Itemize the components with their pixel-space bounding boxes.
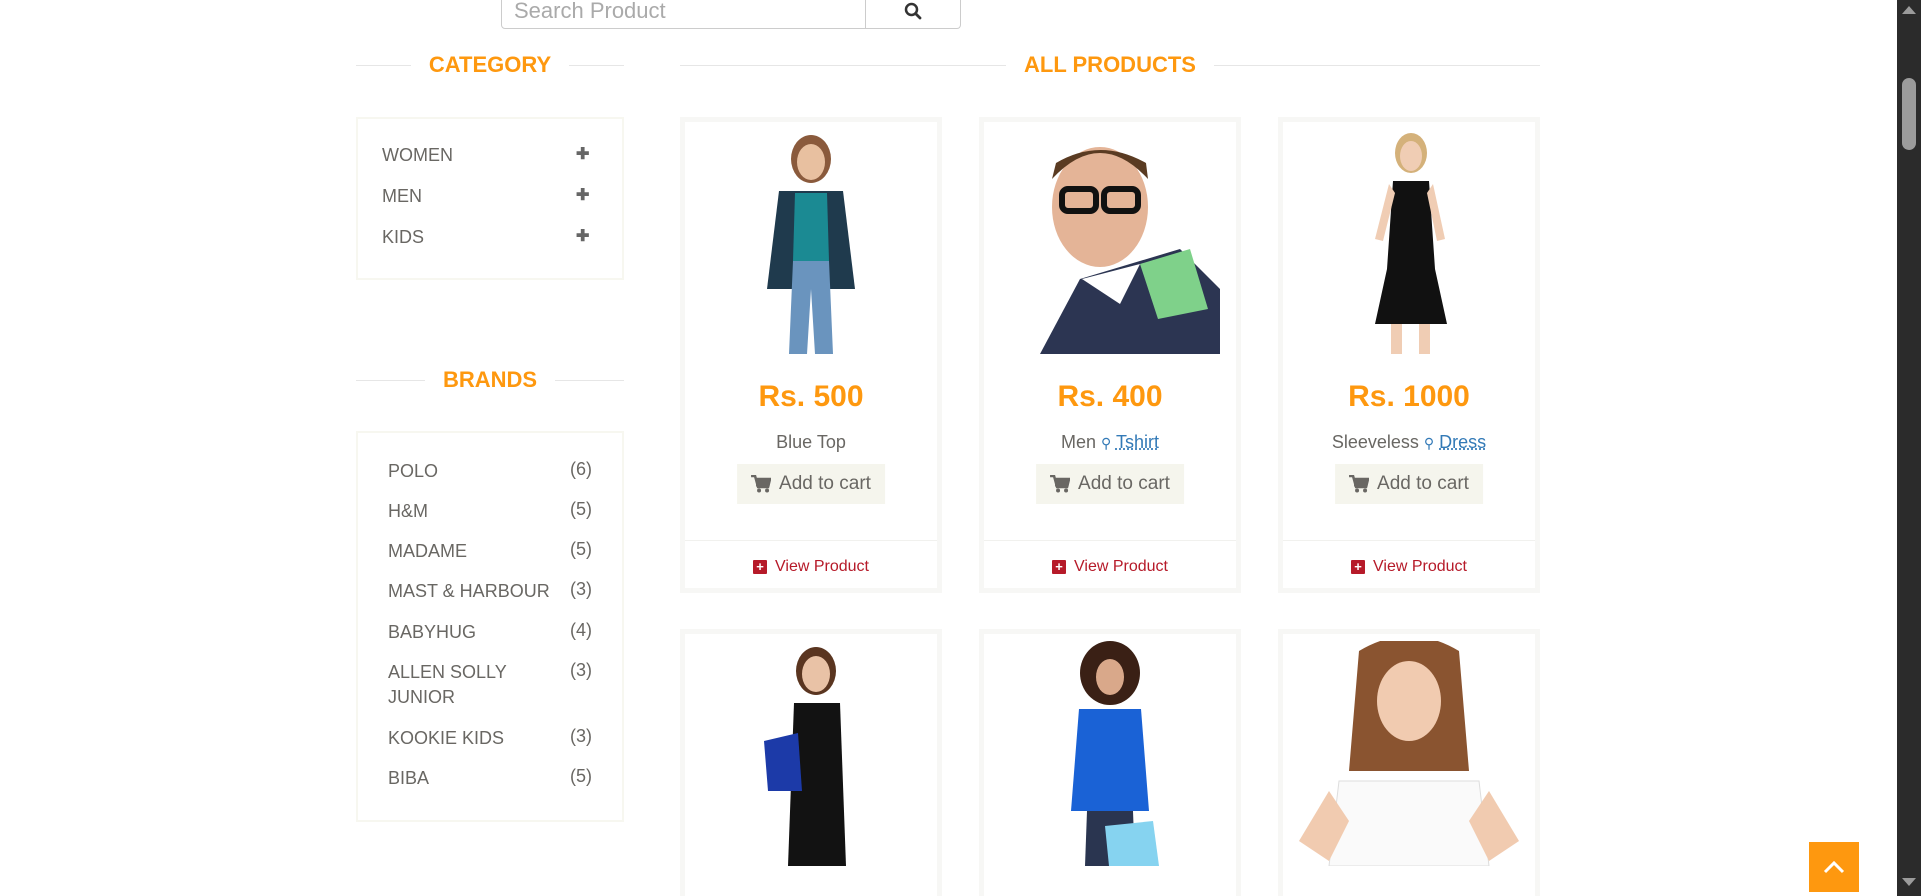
product-price: Rs. 500 <box>758 380 864 413</box>
product-image <box>984 634 1236 866</box>
add-to-cart-button[interactable]: Add to cart <box>1036 464 1184 504</box>
brand-item-biba[interactable]: BIBA <box>388 766 528 791</box>
scrollbar[interactable] <box>1897 0 1921 896</box>
product-price: Rs. 400 <box>1057 380 1163 413</box>
product-image <box>685 122 937 354</box>
brand-item-allen-solly-junior[interactable]: ALLEN SOLLY JUNIOR <box>388 660 528 710</box>
plus-icon[interactable]: ✚ <box>576 144 589 164</box>
product-card <box>1278 629 1540 896</box>
product-image <box>1283 634 1535 866</box>
brand-item-babyhug[interactable]: BABYHUG <box>388 620 528 645</box>
product-name-text: Sleeveless <box>1331 432 1419 452</box>
product-card <box>680 629 942 896</box>
add-to-cart-label: Add to cart <box>1078 473 1170 494</box>
category-panel: WOMEN ✚ MEN ✚ KIDS ✚ <box>356 117 624 280</box>
woman-blue-top-image <box>767 135 855 354</box>
all-products-title: ALL PRODUCTS <box>1024 52 1196 77</box>
scroll-up-button[interactable] <box>1809 842 1859 892</box>
view-product-label: View Product <box>1373 557 1467 575</box>
product-card <box>979 629 1241 896</box>
cart-icon <box>1050 475 1071 493</box>
category-item-kids[interactable]: KIDS <box>382 227 424 248</box>
search-icon <box>904 2 922 19</box>
brand-count: (3) <box>570 660 592 680</box>
category-heading: CATEGORY <box>356 52 625 78</box>
product-name: Men ⚲ Tshirt <box>984 432 1236 453</box>
view-product-label: View Product <box>1074 557 1168 575</box>
woman-dress-image <box>1375 133 1447 354</box>
product-name: Sleeveless ⚲ Dress <box>1283 432 1535 453</box>
brands-title: BRANDS <box>442 367 538 392</box>
chevron-up-icon <box>1823 860 1845 874</box>
plus-square-icon: + <box>1351 559 1365 574</box>
woman-black-dress-image <box>764 647 846 866</box>
product-image <box>984 122 1236 354</box>
brand-item-madame[interactable]: MADAME <box>388 539 528 564</box>
view-product-link[interactable]: + View Product <box>685 540 937 592</box>
product-price: Rs. 1000 <box>1348 380 1470 413</box>
woman-white-tshirt-image <box>1299 641 1519 866</box>
search-bar <box>501 0 961 29</box>
category-item-women[interactable]: WOMEN <box>382 145 453 166</box>
scroll-up-arrow-icon[interactable] <box>1902 6 1916 14</box>
brand-item-kookie-kids[interactable]: KOOKIE KIDS <box>388 726 528 751</box>
page: CATEGORY WOMEN ✚ MEN ✚ KIDS ✚ BRANDS POL… <box>0 0 1921 896</box>
product-card: Rs. 500 Blue Top Add to cart + View Prod… <box>680 117 942 593</box>
brand-count: (5) <box>570 499 592 519</box>
add-to-cart-label: Add to cart <box>779 473 871 494</box>
brands-heading: BRANDS <box>356 367 624 393</box>
view-product-label: View Product <box>775 557 869 575</box>
woman-blue-sweater-image <box>1071 641 1159 866</box>
cart-icon <box>1349 475 1370 493</box>
search-icon: ⚲ <box>1101 435 1112 451</box>
brand-item-hm[interactable]: H&M <box>388 499 528 524</box>
scroll-thumb[interactable] <box>1902 78 1916 150</box>
product-card: Rs. 1000 Sleeveless ⚲ Dress Add to cart … <box>1278 117 1540 593</box>
plus-icon[interactable]: ✚ <box>576 185 589 205</box>
all-products-heading: ALL PRODUCTS <box>680 52 1540 78</box>
brand-item-mast-harbour[interactable]: MAST & HARBOUR <box>388 579 568 604</box>
category-item-men[interactable]: MEN <box>382 186 422 207</box>
plus-square-icon: + <box>753 559 767 574</box>
product-name-link[interactable]: Dress <box>1439 432 1486 452</box>
brand-count: (3) <box>570 726 592 746</box>
product-card: Rs. 400 Men ⚲ Tshirt Add to cart + View … <box>979 117 1241 593</box>
cart-icon <box>751 475 772 493</box>
product-image <box>685 634 937 866</box>
search-icon: ⚲ <box>1423 435 1435 451</box>
brands-panel: POLO (6) H&M (5) MADAME (5) MAST & HARBO… <box>356 431 624 822</box>
product-name-text: Men <box>1061 432 1097 452</box>
brand-count: (5) <box>570 766 592 786</box>
view-product-link[interactable]: + View Product <box>1283 540 1535 592</box>
plus-icon[interactable]: ✚ <box>576 226 589 246</box>
brand-count: (5) <box>570 539 592 559</box>
brand-count: (6) <box>570 459 592 479</box>
search-input[interactable] <box>501 0 866 29</box>
add-to-cart-button[interactable]: Add to cart <box>737 464 885 504</box>
brand-count: (4) <box>570 620 592 640</box>
view-product-link[interactable]: + View Product <box>984 540 1236 592</box>
brand-count: (3) <box>570 579 592 599</box>
category-title: CATEGORY <box>428 52 552 77</box>
man-tshirt-image <box>1040 147 1220 354</box>
scroll-down-arrow-icon[interactable] <box>1902 878 1916 886</box>
product-name: Blue Top <box>685 432 937 453</box>
add-to-cart-button[interactable]: Add to cart <box>1335 464 1483 504</box>
plus-square-icon: + <box>1052 559 1066 574</box>
product-name-link[interactable]: Tshirt <box>1116 432 1159 452</box>
product-image <box>1283 122 1535 354</box>
add-to-cart-label: Add to cart <box>1377 473 1469 494</box>
product-name-text: Blue Top <box>776 432 846 452</box>
search-button[interactable] <box>866 0 961 29</box>
brand-item-polo[interactable]: POLO <box>388 459 528 484</box>
